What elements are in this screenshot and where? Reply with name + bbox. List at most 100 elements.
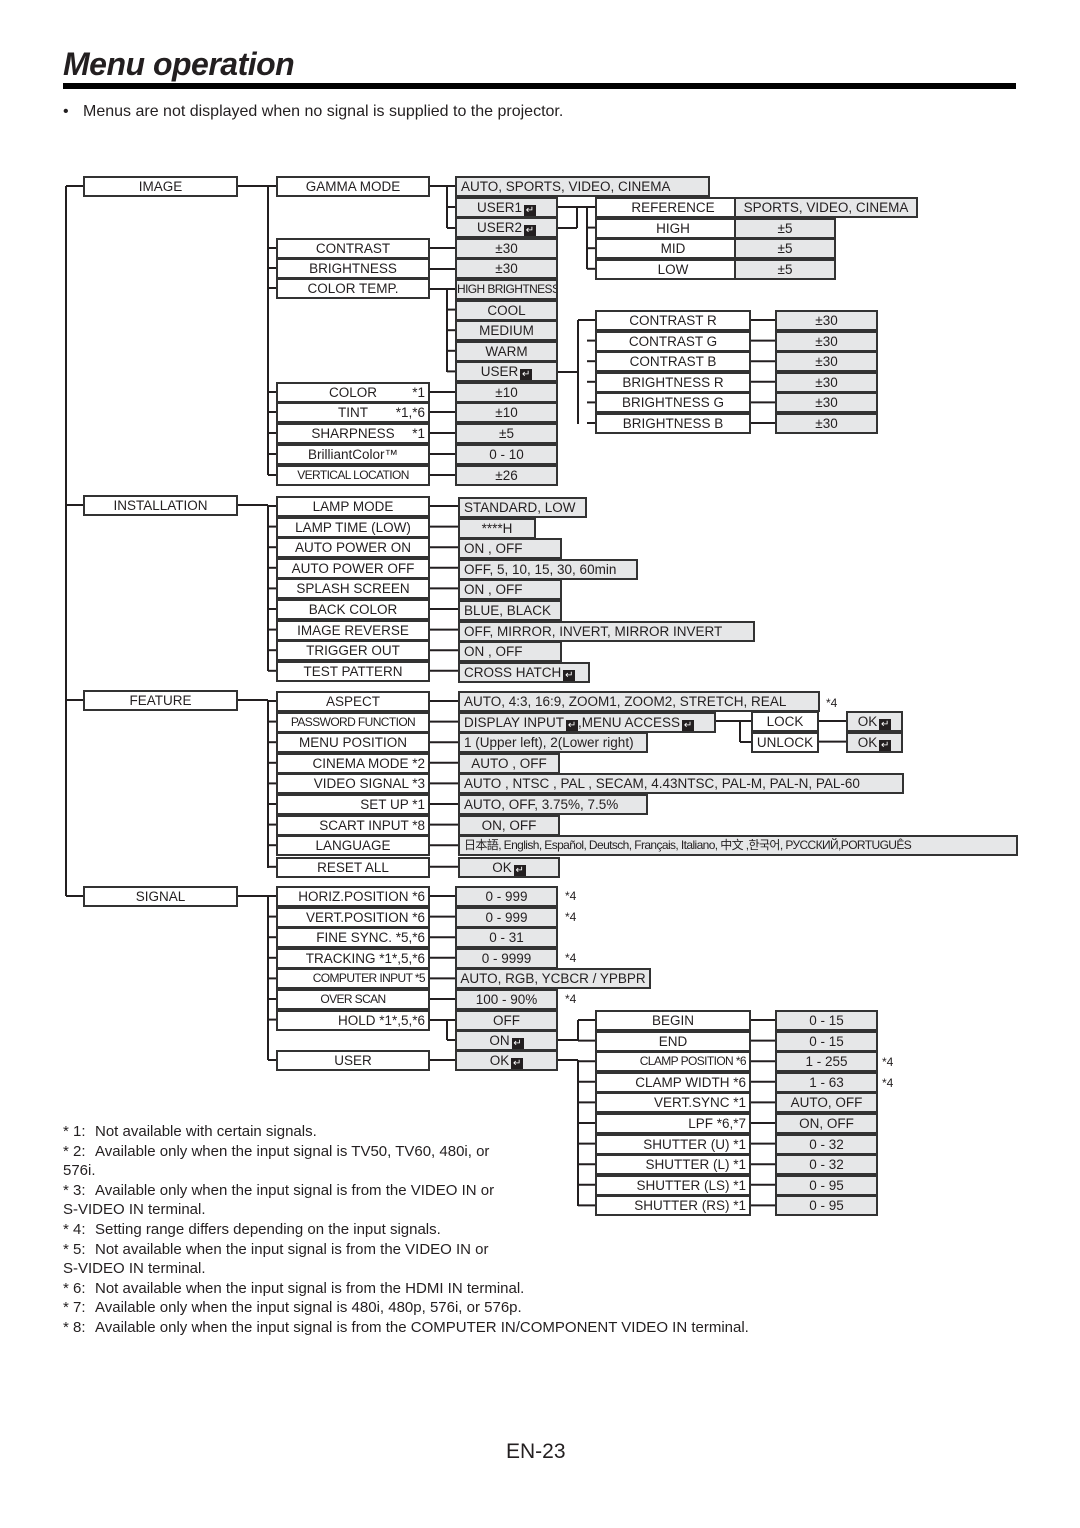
signal-sub-2[interactable]: CLAMP POSITION *6	[595, 1051, 751, 1073]
signal-sub-7[interactable]: SHUTTER (L) *1	[595, 1154, 751, 1176]
feature-item-2[interactable]: MENU POSITION	[276, 732, 430, 754]
signal-user-ok[interactable]: OK ↵	[455, 1050, 558, 1071]
feature-item-0[interactable]: ASPECT	[276, 691, 430, 712]
signal-item-5[interactable]: OVER SCAN	[276, 989, 430, 1010]
menu-item-brightness[interactable]: BRIGHTNESS	[276, 258, 430, 279]
signal-item-2[interactable]: FINE SYNC. *5,*6	[276, 927, 430, 949]
signal-hold-on[interactable]: ON ↵	[455, 1030, 558, 1051]
installation-item-4[interactable]: SPLASH SCREEN	[276, 578, 430, 600]
signal-sub-8[interactable]: SHUTTER (LS) *1	[595, 1174, 751, 1196]
installation-item-2[interactable]: AUTO POWER ON	[276, 537, 430, 559]
feature-value-7: 日本語, English, Español, Deutsch, Français…	[458, 835, 1018, 857]
menu-item-brilliant-color[interactable]: BrilliantColor™	[276, 444, 430, 465]
feature-item-8[interactable]: RESET ALL	[276, 856, 430, 878]
signal-sub-4[interactable]: VERT.SYNC *1	[595, 1092, 751, 1114]
password-lock[interactable]: LOCK	[751, 711, 819, 732]
menu-item-contrast[interactable]: CONTRAST	[276, 238, 430, 259]
color-temp-user-brightness-r[interactable]: BRIGHTNESS R	[595, 371, 751, 393]
color-temp-user-brightness-g[interactable]: BRIGHTNESS G	[595, 392, 751, 414]
signal-sub-5[interactable]: LPF *6,*7	[595, 1113, 751, 1134]
feature-item-4[interactable]: VIDEO SIGNAL *3	[276, 773, 430, 795]
color-temp-medium[interactable]: MEDIUM	[455, 320, 558, 342]
color-temp-user-brightness-b[interactable]: BRIGHTNESS B	[595, 413, 751, 434]
color-temp-user[interactable]: USER ↵	[455, 361, 558, 383]
signal-item-4[interactable]: COMPUTER INPUT *5	[276, 968, 430, 990]
menu-item-sharpness[interactable]: SHARPNESS *1	[276, 423, 430, 444]
installation-item-5-label: BACK COLOR	[308, 602, 398, 617]
signal-item-6-label: HOLD *1*,5,*6	[337, 1012, 425, 1028]
signal-sub-value-0-label: 0 - 15	[809, 1013, 844, 1028]
footnote-line: * 1: Not available with certain signals.	[63, 1122, 317, 1142]
feature-item-1[interactable]: PASSWORD FUNCTION	[276, 711, 430, 733]
signal-sub-1[interactable]: END	[595, 1030, 751, 1052]
color-temp-high-brightness[interactable]: HIGH BRIGHTNESS	[455, 279, 558, 300]
color-temp-warm-label: WARM	[485, 343, 528, 359]
signal-value-6[interactable]: OFF	[455, 1009, 558, 1031]
signal-sub-0[interactable]: BEGIN	[595, 1010, 751, 1031]
gamma-sub-reference[interactable]: REFERENCE	[595, 197, 751, 218]
gamma-sub-low[interactable]: LOW	[595, 258, 751, 280]
signal-sub-value-2-label: 1 - 255	[805, 1054, 848, 1070]
signal-item-0[interactable]: HORIZ.POSITION *6	[276, 886, 430, 907]
signal-sub-value-8-label: 0 - 95	[809, 1177, 844, 1193]
signal-item-1[interactable]: VERT.POSITION *6	[276, 906, 430, 928]
signal-sub-5-label: LPF *6,*7	[688, 1116, 746, 1131]
password-unlock-ok[interactable]: OK ↵	[846, 731, 903, 753]
menu-item-vertical-location[interactable]: VERTICAL LOCATION	[276, 465, 430, 486]
gamma-user1[interactable]: USER1 ↵	[455, 197, 558, 218]
footnote-line: S-VIDEO IN terminal.	[63, 1259, 206, 1279]
installation-item-8[interactable]: TEST PATTERN	[276, 660, 430, 682]
installation-item-0[interactable]: LAMP MODE	[276, 496, 430, 517]
gamma-sub-mid[interactable]: MID	[595, 238, 751, 260]
enter-icon: ↵	[511, 1058, 524, 1069]
color-temp-user-contrast-r[interactable]: CONTRAST R	[595, 310, 751, 331]
image-value-2-label: ±5	[499, 426, 514, 441]
menu-signal[interactable]: SIGNAL	[83, 886, 238, 907]
menu-item-sharpness-label: SHARPNESS	[311, 426, 395, 441]
enter-icon: ↵	[524, 205, 536, 216]
menu-image[interactable]: IMAGE	[83, 176, 238, 197]
installation-item-3[interactable]: AUTO POWER OFF	[276, 557, 430, 579]
gamma-sub-high[interactable]: HIGH	[595, 217, 751, 239]
feature-item-3[interactable]: CINEMA MODE *2	[276, 752, 430, 774]
installation-item-5[interactable]: BACK COLOR	[276, 599, 430, 620]
installation-value-6-label: OFF, MIRROR, INVERT, MIRROR INVERT	[464, 623, 723, 639]
installation-item-1[interactable]: LAMP TIME (LOW)	[276, 516, 430, 538]
installation-value-3: OFF, 5, 10, 15, 30, 60min	[458, 558, 638, 580]
signal-item-0-label: HORIZ.POSITION *6	[298, 889, 425, 904]
signal-item-5-label: OVER SCAN	[320, 992, 386, 1006]
gamma-sub-value-3-label: ±5	[777, 261, 793, 277]
installation-item-6[interactable]: IMAGE REVERSE	[276, 619, 430, 641]
signal-value-5: 100 - 90%	[455, 989, 558, 1010]
color-temp-warm[interactable]: WARM	[455, 340, 558, 362]
menu-installation[interactable]: INSTALLATION	[83, 495, 238, 516]
password-lock-ok[interactable]: OK ↵	[846, 711, 903, 732]
installation-value-2: ON , OFF	[458, 538, 562, 560]
signal-item-user-label: USER	[334, 1053, 372, 1068]
feature-item-5[interactable]: SET UP *1	[276, 794, 430, 815]
signal-item-6[interactable]: HOLD *1*,5,*6	[276, 1009, 430, 1031]
footnote-marker: *4	[826, 696, 838, 710]
signal-sub-6[interactable]: SHUTTER (U) *1	[595, 1133, 751, 1155]
menu-item-tint[interactable]: TINT *1,*6	[276, 402, 430, 423]
gamma-sub-reference-label: REFERENCE	[631, 200, 715, 215]
color-temp-user-contrast-g[interactable]: CONTRAST G	[595, 330, 751, 352]
menu-item-color[interactable]: COLOR *1	[276, 382, 430, 403]
feature-item-7[interactable]: LANGUAGE	[276, 835, 430, 857]
color-temp-medium-label: MEDIUM	[479, 323, 534, 339]
gamma-user2[interactable]: USER2 ↵	[455, 217, 558, 238]
signal-item-user[interactable]: USER	[276, 1050, 430, 1071]
footnote-text: Available only when the input signal is …	[95, 1299, 522, 1317]
signal-sub-3[interactable]: CLAMP WIDTH *6	[595, 1071, 751, 1093]
signal-sub-9[interactable]: SHUTTER (RS) *1	[595, 1195, 751, 1217]
signal-sub-value-4-label: AUTO, OFF	[790, 1095, 863, 1111]
menu-item-gamma-mode[interactable]: GAMMA MODE	[276, 176, 430, 197]
color-temp-cool[interactable]: COOL	[455, 299, 558, 321]
installation-item-7[interactable]: TRIGGER OUT	[276, 640, 430, 662]
signal-item-3[interactable]: TRACKING *1*,5,*6	[276, 947, 430, 969]
menu-feature[interactable]: FEATURE	[83, 690, 238, 711]
password-unlock[interactable]: UNLOCK	[751, 731, 819, 753]
menu-item-color-temp[interactable]: COLOR TEMP.	[276, 278, 430, 299]
feature-item-6[interactable]: SCART INPUT *8	[276, 814, 430, 836]
color-temp-user-contrast-b[interactable]: CONTRAST B	[595, 351, 751, 373]
